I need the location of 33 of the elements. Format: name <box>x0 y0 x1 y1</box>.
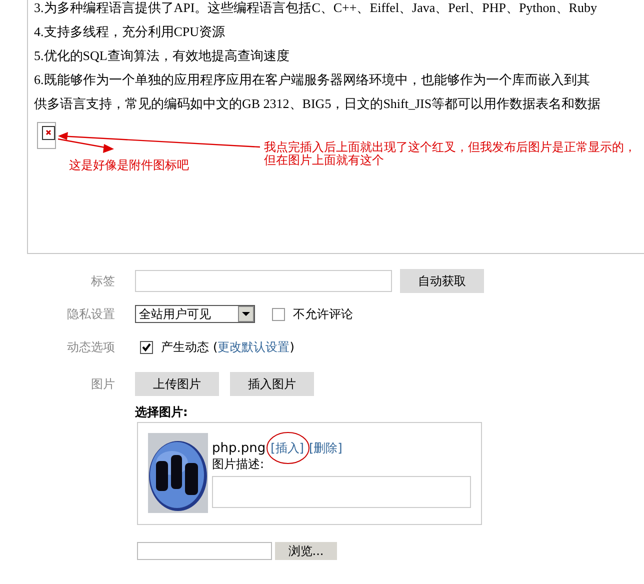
auto-fetch-button[interactable]: 自动获取 <box>400 269 484 293</box>
file-name: php.png <box>212 440 266 456</box>
paragraph-line: 5.优化的SQL查询算法，有效地提高查询速度 <box>34 47 290 65</box>
checkbox[interactable] <box>272 308 285 320</box>
paragraph-line: 3.为多种编程语言提供了API。这些编程语言包括C、C++、Eiffel、Java、Perl、PHP、Python、Ruby <box>34 0 598 17</box>
editor-area[interactable] <box>27 0 644 254</box>
description-label: 图片描述: <box>212 456 266 472</box>
description-field[interactable] <box>212 476 471 508</box>
field-label: 图片 <box>90 376 115 392</box>
parenthesis: ( <box>213 340 218 354</box>
file-action-link[interactable]: [删除] <box>309 440 342 454</box>
annotation-text: 但在图片上面就有这个 <box>264 154 385 167</box>
annotation-text: 我点完插入后上面就出现了这个红叉，但我发布后图片是正常显示的， <box>264 141 636 154</box>
paragraph-line: 供多语言支持，常见的编码如中文的GB 2312、BIG5，日文的Shift_JIS等都可以用作数据表名和数据 <box>34 95 602 113</box>
field-label: 动态选项 <box>66 338 115 356</box>
privacy-select[interactable]: 全站用户可见 <box>135 305 255 323</box>
paragraph-line: 4.支持多线程，充分利用CPU资源 <box>34 23 226 41</box>
broken-image-icon <box>37 122 56 149</box>
annotation-text: 这是好像是附件图标吧 <box>69 159 189 172</box>
browse-button[interactable]: 浏览... <box>275 542 337 560</box>
field-label: 隐私设置 <box>66 306 115 322</box>
checkbox-label: 产生动态 <box>161 338 209 356</box>
image-button[interactable]: 插入图片 <box>230 372 314 396</box>
checkbox[interactable] <box>140 340 153 354</box>
field-label: 标签 <box>90 272 115 290</box>
file-path-field[interactable] <box>137 542 272 560</box>
checkbox-label: 不允许评论 <box>293 306 353 322</box>
change-defaults-link[interactable]: 更改默认设置 <box>218 338 290 356</box>
tags-field[interactable] <box>135 270 392 292</box>
section-title: 选择图片: <box>135 405 189 419</box>
parenthesis: ) <box>290 340 294 354</box>
image-button[interactable]: 上传图片 <box>135 372 219 396</box>
paragraph-line: 6.既能够作为一个单独的应用程序应用在客户端服务器网络环境中，也能够作为一个库而嵌入到其 <box>34 71 591 89</box>
